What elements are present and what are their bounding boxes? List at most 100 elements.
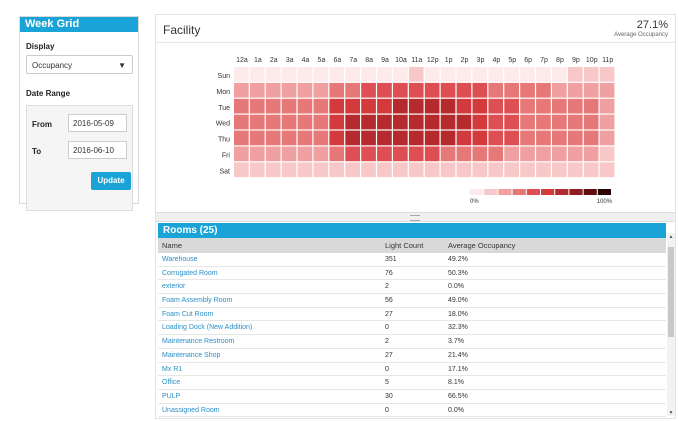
heatmap-cell[interactable]	[552, 130, 567, 146]
scroll-up-icon[interactable]: ▲	[667, 234, 675, 240]
table-row[interactable]: Unassigned Room 0 0.0%	[158, 404, 666, 418]
heatmap-cell[interactable]	[361, 114, 376, 130]
heatmap-cell[interactable]	[329, 114, 345, 130]
display-select[interactable]: Occupancy ▼	[26, 55, 133, 74]
room-name-link[interactable]: exterior	[162, 280, 185, 294]
heatmap-cell[interactable]	[265, 82, 281, 98]
heatmap-cell[interactable]	[536, 67, 551, 82]
heatmap-cell[interactable]	[329, 67, 345, 82]
heatmap-cell[interactable]	[536, 114, 551, 130]
heatmap-cell[interactable]	[599, 82, 615, 98]
heatmap-cell[interactable]	[393, 162, 408, 178]
heatmap-cell[interactable]	[472, 82, 488, 98]
to-date-input[interactable]: 2016-06-10	[68, 141, 127, 159]
heatmap-cell[interactable]	[249, 130, 265, 146]
heatmap-cell[interactable]	[281, 114, 297, 130]
heatmap-cell[interactable]	[456, 98, 472, 114]
heatmap-cell[interactable]	[552, 67, 567, 82]
heatmap-cell[interactable]	[504, 130, 519, 146]
heatmap-cell[interactable]	[313, 67, 329, 82]
update-button[interactable]: Update	[91, 172, 131, 190]
heatmap-cell[interactable]	[249, 98, 265, 114]
heatmap-cell[interactable]	[361, 146, 376, 162]
heatmap-cell[interactable]	[297, 146, 313, 162]
heatmap-cell[interactable]	[536, 82, 551, 98]
scroll-down-icon[interactable]: ▼	[667, 410, 675, 416]
heatmap-cell[interactable]	[313, 146, 329, 162]
heatmap-cell[interactable]	[329, 98, 345, 114]
heatmap-cell[interactable]	[249, 114, 265, 130]
heatmap-cell[interactable]	[265, 146, 281, 162]
heatmap-cell[interactable]	[583, 130, 599, 146]
heatmap-cell[interactable]	[599, 114, 615, 130]
heatmap-cell[interactable]	[297, 82, 313, 98]
heatmap-cell[interactable]	[520, 162, 535, 178]
heatmap-cell[interactable]	[377, 67, 392, 82]
heatmap-cell[interactable]	[583, 146, 599, 162]
column-header-average-occupancy[interactable]: Average Occupancy	[448, 238, 515, 253]
heatmap-cell[interactable]	[456, 162, 472, 178]
heatmap-cell[interactable]	[345, 98, 360, 114]
heatmap-cell[interactable]	[440, 146, 456, 162]
heatmap-cell[interactable]	[504, 98, 519, 114]
heatmap-cell[interactable]	[504, 146, 519, 162]
heatmap-cell[interactable]	[377, 130, 392, 146]
heatmap-cell[interactable]	[265, 67, 281, 82]
room-name-link[interactable]: Corrugated Room	[162, 267, 218, 281]
heatmap-cell[interactable]	[393, 82, 408, 98]
heatmap-cell[interactable]	[408, 114, 424, 130]
heatmap-cell[interactable]	[488, 146, 504, 162]
heatmap-cell[interactable]	[504, 162, 519, 178]
table-row[interactable]: PULP 30 66.5%	[158, 390, 666, 404]
table-scrollbar[interactable]: ▲ ▼	[667, 233, 675, 416]
heatmap-cell[interactable]	[393, 67, 408, 82]
heatmap-cell[interactable]	[393, 130, 408, 146]
heatmap-cell[interactable]	[234, 82, 249, 98]
heatmap-cell[interactable]	[424, 146, 440, 162]
heatmap-cell[interactable]	[488, 130, 504, 146]
heatmap-cell[interactable]	[313, 130, 329, 146]
room-name-link[interactable]: Office	[162, 376, 180, 390]
heatmap-cell[interactable]	[599, 162, 615, 178]
heatmap-cell[interactable]	[329, 162, 345, 178]
table-row[interactable]: Loading Dock (New Addition) 0 32.3%	[158, 321, 666, 336]
heatmap-cell[interactable]	[313, 162, 329, 178]
heatmap-cell[interactable]	[234, 130, 249, 146]
heatmap-cell[interactable]	[281, 162, 297, 178]
heatmap-cell[interactable]	[520, 82, 535, 98]
heatmap-cell[interactable]	[567, 67, 583, 82]
heatmap-cell[interactable]	[361, 82, 376, 98]
heatmap-cell[interactable]	[567, 130, 583, 146]
heatmap-cell[interactable]	[456, 130, 472, 146]
heatmap-cell[interactable]	[345, 82, 360, 98]
heatmap-cell[interactable]	[472, 98, 488, 114]
room-name-link[interactable]: Foam Cut Room	[162, 308, 213, 322]
table-row[interactable]: exterior 2 0.0%	[158, 280, 666, 295]
heatmap-cell[interactable]	[234, 98, 249, 114]
heatmap-cell[interactable]	[281, 130, 297, 146]
heatmap-cell[interactable]	[536, 98, 551, 114]
heatmap-cell[interactable]	[297, 67, 313, 82]
heatmap-cell[interactable]	[377, 162, 392, 178]
heatmap-cell[interactable]	[249, 67, 265, 82]
heatmap-cell[interactable]	[472, 67, 488, 82]
heatmap-cell[interactable]	[234, 114, 249, 130]
heatmap-cell[interactable]	[552, 114, 567, 130]
heatmap-cell[interactable]	[488, 67, 504, 82]
heatmap-cell[interactable]	[345, 130, 360, 146]
heatmap-cell[interactable]	[599, 98, 615, 114]
heatmap-cell[interactable]	[424, 67, 440, 82]
heatmap-cell[interactable]	[488, 98, 504, 114]
heatmap-cell[interactable]	[424, 130, 440, 146]
heatmap-cell[interactable]	[472, 146, 488, 162]
heatmap-cell[interactable]	[265, 162, 281, 178]
heatmap-cell[interactable]	[249, 146, 265, 162]
heatmap-cell[interactable]	[249, 162, 265, 178]
heatmap-cell[interactable]	[361, 98, 376, 114]
heatmap-cell[interactable]	[488, 162, 504, 178]
heatmap-cell[interactable]	[377, 98, 392, 114]
table-row[interactable]: Corrugated Room 76 50.3%	[158, 267, 666, 281]
heatmap-cell[interactable]	[536, 162, 551, 178]
heatmap-cell[interactable]	[488, 82, 504, 98]
heatmap-cell[interactable]	[536, 130, 551, 146]
